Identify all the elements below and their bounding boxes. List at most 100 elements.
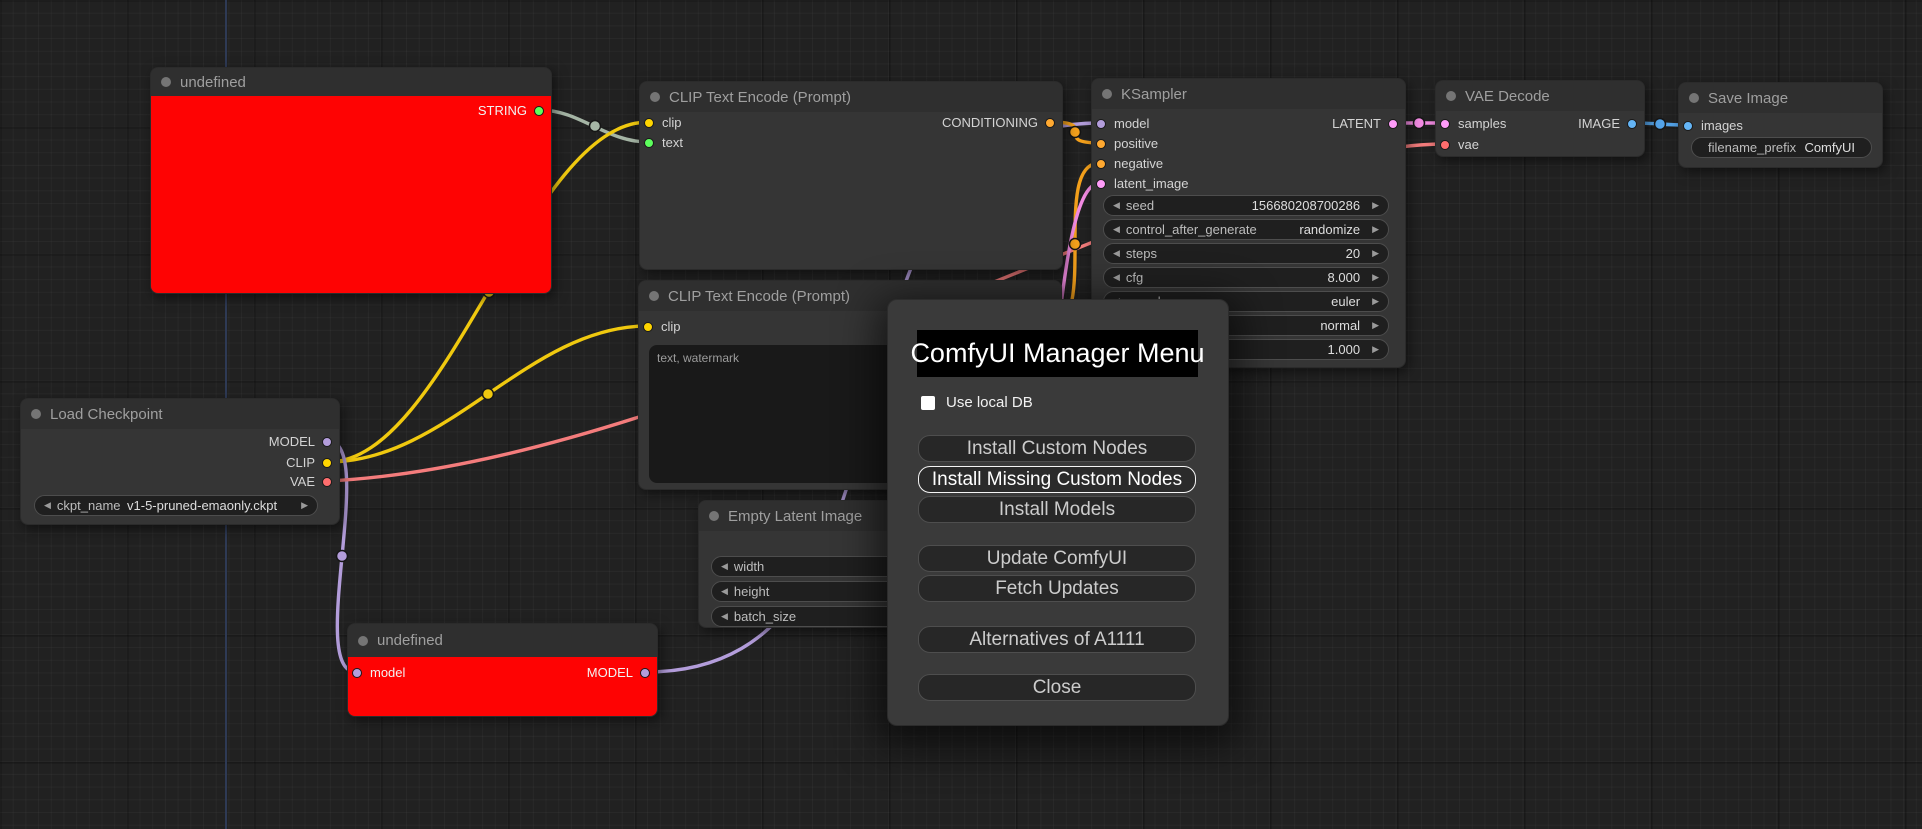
collapse-dot-icon[interactable]: [161, 77, 171, 87]
image-port-icon[interactable]: [1627, 119, 1637, 129]
decrement-icon[interactable]: ◀: [1113, 196, 1120, 215]
input-slot-text: text: [640, 133, 683, 153]
install-custom-nodes-button[interactable]: Install Custom Nodes: [918, 435, 1196, 462]
input-slot-model: model: [348, 663, 405, 683]
collapse-dot-icon[interactable]: [709, 511, 719, 521]
install-missing-custom-nodes-button[interactable]: Install Missing Custom Nodes: [918, 466, 1196, 493]
previous-checkpoint-icon[interactable]: ◀: [44, 496, 51, 515]
close-button[interactable]: Close: [918, 674, 1196, 701]
node-titlebar[interactable]: undefined: [151, 68, 551, 96]
latent-port-icon[interactable]: [1388, 119, 1398, 129]
conditioning-port-icon[interactable]: [1096, 139, 1106, 149]
decrement-icon[interactable]: ◀: [1113, 244, 1120, 263]
install-models-button[interactable]: Install Models: [918, 496, 1196, 523]
node-titlebar[interactable]: Save Image: [1679, 83, 1882, 113]
image-port-icon[interactable]: [1683, 121, 1693, 131]
widget-ckpt-name[interactable]: ◀ ckpt_name v1-5-pruned-emaonly.ckpt ▶: [34, 495, 318, 516]
collapse-dot-icon[interactable]: [1689, 93, 1699, 103]
node-titlebar[interactable]: undefined: [348, 624, 657, 657]
node-clip-text-encode-positive[interactable]: CLIP Text Encode (Prompt) clip text COND…: [639, 81, 1063, 270]
node-save-image[interactable]: Save Image images filename_prefix ComfyU…: [1678, 82, 1883, 168]
model-port-icon[interactable]: [352, 668, 362, 678]
collapse-dot-icon[interactable]: [649, 291, 659, 301]
widget-seed[interactable]: ◀ seed 156680208700286 ▶: [1103, 195, 1389, 216]
node-vae-decode[interactable]: VAE Decode samples vae IMAGE: [1435, 80, 1645, 157]
widget-filename-prefix[interactable]: filename_prefix ComfyUI: [1691, 137, 1872, 158]
vae-port-icon[interactable]: [322, 477, 332, 487]
decrement-icon[interactable]: ◀: [1113, 268, 1120, 287]
node-titlebar[interactable]: KSampler: [1092, 79, 1405, 109]
widget-cfg[interactable]: ◀ cfg 8.000 ▶: [1103, 267, 1389, 288]
node-title: undefined: [377, 632, 443, 649]
increment-icon[interactable]: ▶: [1372, 268, 1379, 287]
widget-label: cfg: [1125, 270, 1144, 285]
output-label: MODEL: [268, 434, 315, 449]
next-checkpoint-icon[interactable]: ▶: [301, 496, 308, 515]
output-label: VAE: [289, 474, 315, 489]
widget-value: randomize: [1299, 222, 1361, 237]
increment-icon[interactable]: ▶: [1372, 220, 1379, 239]
widget-steps[interactable]: ◀ steps 20 ▶: [1103, 243, 1389, 264]
node-title: CLIP Text Encode (Prompt): [669, 88, 852, 106]
input-slot-clip: clip: [639, 317, 681, 337]
increment-icon[interactable]: ▶: [1372, 292, 1379, 311]
wire-middot: [481, 387, 495, 401]
collapse-dot-icon[interactable]: [1446, 91, 1456, 101]
collapse-dot-icon[interactable]: [1102, 89, 1112, 99]
decrement-icon[interactable]: ◀: [721, 607, 728, 626]
fetch-updates-button[interactable]: Fetch Updates: [918, 575, 1196, 602]
increment-icon[interactable]: ▶: [1372, 316, 1379, 335]
widget-label: width: [733, 559, 765, 574]
output-slot-clip: CLIP: [205, 453, 339, 473]
widget-label: seed: [1125, 198, 1155, 213]
output-slot-latent: LATENT: [1281, 114, 1405, 134]
model-port-icon[interactable]: [640, 668, 650, 678]
latent-port-icon[interactable]: [1096, 179, 1106, 189]
node-undefined-string[interactable]: undefined STRING: [150, 67, 552, 294]
update-comfyui-button[interactable]: Update ComfyUI: [918, 545, 1196, 572]
collapse-dot-icon[interactable]: [31, 409, 41, 419]
conditioning-port-icon[interactable]: [1096, 159, 1106, 169]
output-label: CLIP: [286, 455, 315, 470]
widget-control-after-generate[interactable]: ◀ control_after_generate randomize ▶: [1103, 219, 1389, 240]
error-node-body: [151, 96, 551, 293]
model-port-icon[interactable]: [322, 437, 332, 447]
input-label: text: [662, 135, 683, 150]
vae-port-icon[interactable]: [1440, 140, 1450, 150]
node-load-checkpoint[interactable]: Load Checkpoint MODEL CLIP VAE ◀ ckpt_na…: [20, 398, 340, 525]
string-port-icon[interactable]: [644, 138, 654, 148]
input-label: model: [1114, 116, 1150, 131]
output-slot-vae: VAE: [205, 472, 339, 492]
increment-icon[interactable]: ▶: [1372, 196, 1379, 215]
decrement-icon[interactable]: ◀: [721, 582, 728, 601]
clip-port-icon[interactable]: [643, 322, 653, 332]
decrement-icon[interactable]: ◀: [721, 557, 728, 576]
use-local-db-checkbox[interactable]: [921, 395, 935, 410]
node-title: Save Image: [1708, 89, 1789, 107]
clip-port-icon[interactable]: [322, 458, 332, 468]
widget-value: ComfyUI: [1804, 140, 1855, 155]
collapse-dot-icon[interactable]: [358, 635, 368, 646]
increment-icon[interactable]: ▶: [1372, 244, 1379, 263]
node-titlebar[interactable]: Load Checkpoint: [21, 399, 339, 429]
input-slot-samples: samples: [1436, 114, 1506, 134]
model-port-icon[interactable]: [1096, 119, 1106, 129]
increment-icon[interactable]: ▶: [1372, 340, 1379, 359]
string-port-icon[interactable]: [534, 106, 544, 116]
wire-middot: [1068, 237, 1082, 251]
wire-middot: [1068, 125, 1082, 139]
comfyui-canvas[interactable]: { "icons": { "arrow_left": "◀", "arrow_r…: [0, 0, 1922, 829]
node-titlebar[interactable]: VAE Decode: [1436, 81, 1644, 111]
clip-port-icon[interactable]: [644, 118, 654, 128]
output-slot-conditioning: CONDITIONING: [878, 113, 1062, 133]
widget-label: steps: [1125, 246, 1157, 261]
alternatives-of-a1111-button[interactable]: Alternatives of A1111: [918, 626, 1196, 653]
collapse-dot-icon[interactable]: [650, 92, 660, 102]
node-titlebar[interactable]: CLIP Text Encode (Prompt): [640, 82, 1062, 112]
latent-port-icon[interactable]: [1440, 119, 1450, 129]
input-label: vae: [1458, 137, 1479, 152]
decrement-icon[interactable]: ◀: [1113, 220, 1120, 239]
input-label: samples: [1458, 116, 1507, 131]
conditioning-port-icon[interactable]: [1045, 118, 1055, 128]
node-undefined-model[interactable]: undefined model MODEL: [347, 623, 658, 717]
